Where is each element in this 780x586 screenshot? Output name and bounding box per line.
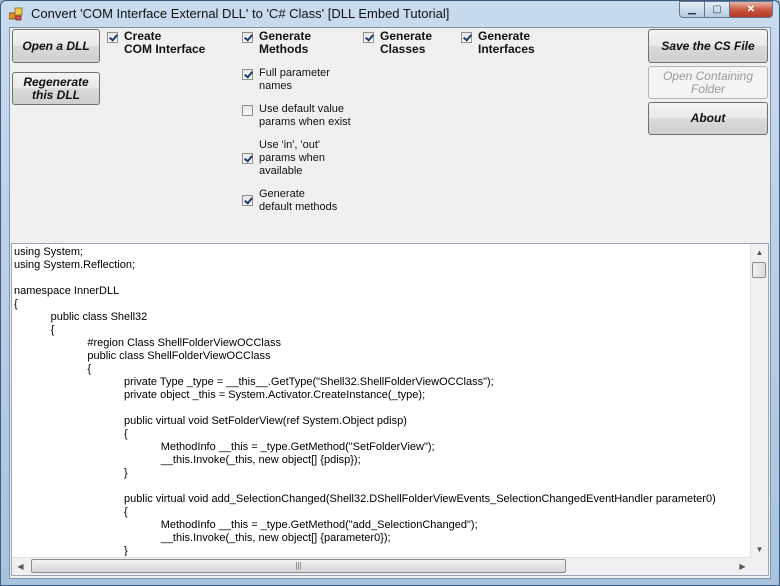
open-dll-button[interactable]: Open a DLL: [12, 29, 100, 63]
checkbox-label: Full parameter names: [259, 67, 330, 92]
code-line: {: [14, 298, 18, 310]
checkbox-box[interactable]: [107, 32, 118, 43]
generate-interfaces-checkbox[interactable]: Generate Interfaces: [461, 30, 535, 56]
regenerate-button[interactable]: Regenerate this DLL: [12, 72, 100, 105]
close-button[interactable]: ✕: [729, 1, 773, 18]
code-line: {: [14, 324, 55, 336]
window-title: Convert 'COM Interface External DLL' to …: [31, 6, 450, 21]
app-window: Convert 'COM Interface External DLL' to …: [0, 0, 780, 586]
create-com-interface-checkbox[interactable]: Create COM Interface: [107, 30, 205, 56]
horizontal-scrollbar[interactable]: ◀ ||| ▶: [12, 557, 751, 575]
checkbox-box[interactable]: [242, 69, 253, 80]
checkbox-label: Generate Methods: [259, 29, 312, 56]
checkbox-box[interactable]: [461, 32, 472, 43]
vertical-scrollbar[interactable]: ▲ ▼: [750, 244, 768, 558]
generate-methods-checkbox[interactable]: Generate Methods: [242, 30, 311, 56]
checkbox-box[interactable]: [242, 195, 253, 206]
checkbox-label: Create COM Interface: [124, 29, 206, 56]
code-line: __this.Invoke(_this, new object[] {pdisp…: [14, 454, 361, 466]
default-value-params-checkbox[interactable]: Use default value params when exist: [242, 103, 351, 129]
code-line: {: [14, 428, 128, 440]
checkbox-label: Use default value params when exist: [259, 103, 351, 128]
checkbox-label: Generate default methods: [259, 188, 338, 213]
checkbox-box[interactable]: [242, 32, 253, 43]
code-line: public virtual void SetFolderView(ref Sy…: [14, 415, 407, 427]
scrollbar-corner: [751, 558, 768, 575]
open-containing-folder-button[interactable]: Open Containing Folder: [648, 66, 768, 99]
code-line: public class Shell32: [14, 311, 148, 323]
code-line: public class ShellFolderViewOCClass: [14, 350, 271, 362]
maximize-button[interactable]: ▢: [704, 1, 730, 18]
vertical-scroll-thumb[interactable]: [752, 262, 766, 278]
code-line: private object _this = System.Activator.…: [14, 389, 426, 401]
generate-classes-checkbox[interactable]: Generate Classes: [363, 30, 432, 56]
code-line: __this.Invoke(_this, new object[] {param…: [14, 532, 391, 544]
checkbox-box[interactable]: [363, 32, 374, 43]
window-controls: ▁ ▢ ✕: [679, 1, 773, 19]
code-line: MethodInfo __this = _type.GetMethod("Set…: [14, 441, 435, 453]
scroll-left-icon[interactable]: ◀: [12, 558, 29, 575]
code-text[interactable]: using System; using System.Reflection; nam…: [14, 246, 750, 556]
scroll-up-icon[interactable]: ▲: [751, 244, 768, 261]
checkbox-label: Generate Interfaces: [478, 29, 535, 56]
client-area: Open a DLL Regenerate this DLL Create CO…: [9, 27, 771, 579]
checkbox-label: Use 'in', 'out' params when available: [259, 139, 326, 177]
minimize-button[interactable]: ▁: [679, 1, 705, 18]
code-line: namespace InnerDLL: [14, 285, 120, 297]
checkbox-label: Generate Classes: [380, 29, 433, 56]
code-line: using System.Reflection;: [14, 259, 136, 271]
code-line: {: [14, 363, 92, 375]
in-out-params-checkbox[interactable]: Use 'in', 'out' params when available: [242, 139, 325, 178]
scroll-right-icon[interactable]: ▶: [734, 558, 751, 575]
horizontal-scroll-thumb[interactable]: |||: [31, 559, 566, 573]
title-bar[interactable]: Convert 'COM Interface External DLL' to …: [1, 1, 779, 27]
checkbox-box[interactable]: [242, 105, 253, 116]
code-output[interactable]: using System; using System.Reflection; nam…: [11, 243, 769, 576]
code-line: private Type _type = __this__.GetType("S…: [14, 376, 494, 388]
code-line: MethodInfo __this = _type.GetMethod("add…: [14, 519, 478, 531]
code-line: #region Class ShellFolderViewOCClass: [14, 337, 281, 349]
code-line: {: [14, 506, 128, 518]
default-methods-checkbox[interactable]: Generate default methods: [242, 188, 337, 214]
code-line: }: [14, 467, 128, 479]
save-cs-file-button[interactable]: Save the CS File: [648, 29, 768, 63]
code-line: }: [14, 545, 128, 556]
scroll-down-icon[interactable]: ▼: [751, 541, 768, 558]
about-button[interactable]: About: [648, 102, 768, 135]
full-parameter-names-checkbox[interactable]: Full parameter names: [242, 67, 330, 93]
code-line: public virtual void add_SelectionChanged…: [14, 493, 716, 505]
code-line: using System;: [14, 246, 84, 258]
app-icon: [9, 7, 23, 21]
checkbox-box[interactable]: [242, 153, 253, 164]
